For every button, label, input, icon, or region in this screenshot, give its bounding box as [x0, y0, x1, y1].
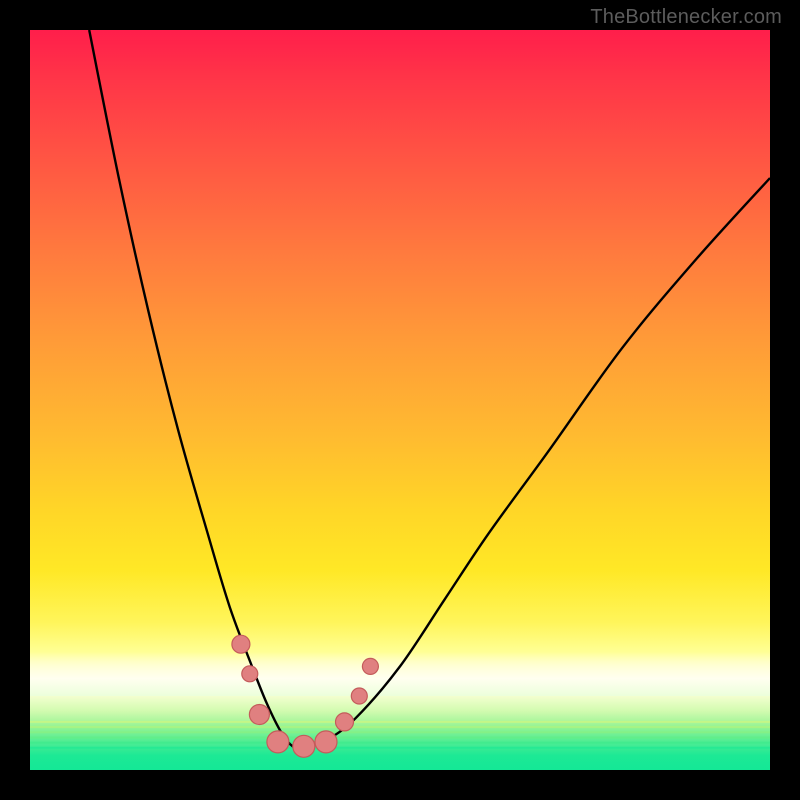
watermark-text: TheBottlenecker.com [590, 6, 782, 29]
chart-frame: TheBottlenecker.com [0, 0, 800, 800]
bottleneck-curve [89, 30, 770, 748]
data-marker [242, 666, 258, 682]
bottom-threshold-lines [30, 722, 770, 748]
curve-markers [232, 635, 379, 757]
data-marker [315, 731, 337, 753]
data-marker [351, 688, 367, 704]
plot-area [30, 30, 770, 770]
data-marker [293, 735, 315, 757]
data-marker [362, 658, 378, 674]
bottleneck-curve-svg [30, 30, 770, 770]
data-marker [336, 713, 354, 731]
data-marker [267, 731, 289, 753]
data-marker [232, 635, 250, 653]
data-marker [249, 705, 269, 725]
